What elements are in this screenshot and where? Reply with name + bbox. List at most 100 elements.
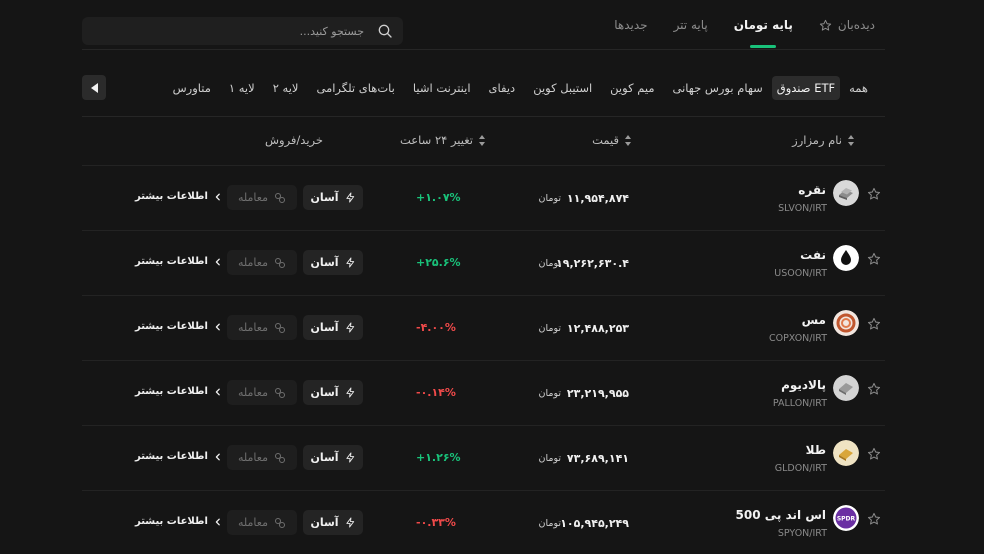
- chip-layer-1[interactable]: لایه ۱: [220, 76, 264, 100]
- chip-telegram-bots[interactable]: بات‌های تلگرامی: [307, 76, 403, 100]
- trade-button[interactable]: معامله: [227, 510, 297, 535]
- chip-metaverse[interactable]: متاورس: [164, 76, 220, 100]
- table-header: نام رمزارز قیمت تغییر ۲۴ ساعت خرید/فروش: [82, 118, 885, 164]
- lightning-icon: [345, 321, 356, 334]
- easy-label: آسان: [310, 516, 339, 529]
- trade-label: معامله: [238, 256, 268, 269]
- change-24h: +۱.۰۷%: [416, 191, 461, 204]
- trade-label: معامله: [238, 321, 268, 334]
- table-row[interactable]: پالادیوم PALLON/IRT ۲۳,۲۱۹,۹۵۵ تومان -۰.…: [82, 360, 885, 425]
- asset-name: مس: [801, 313, 826, 327]
- star-icon[interactable]: [867, 512, 881, 526]
- spdr-logo-text: SPDR: [837, 516, 856, 523]
- tab-watchlist[interactable]: دیده‌بان: [819, 0, 875, 50]
- asset-price: ۱۱,۹۵۴,۸۷۴: [566, 192, 629, 205]
- lightning-icon: [345, 386, 356, 399]
- star-icon[interactable]: [867, 252, 881, 266]
- trade-button[interactable]: معامله: [227, 380, 297, 405]
- table-row[interactable]: مس COPXON/IRT ۱۲,۴۸۸,۲۵۳ تومان -۴.۰۰% آس…: [82, 295, 885, 360]
- asset-price: ۱۹,۲۶۲,۶۳۰.۴: [556, 257, 629, 270]
- market-tabs: دیده‌بان پایه تومان پایه تتر جدیدها: [614, 0, 875, 50]
- tab-label: پایه تومان: [733, 18, 793, 32]
- asset-name: پالادیوم: [781, 378, 826, 392]
- gold-bar-icon: [833, 440, 859, 466]
- sort-icon: [625, 134, 631, 146]
- exchange-icon: [274, 257, 286, 269]
- chip-all[interactable]: همه: [840, 76, 877, 100]
- change-24h: -۴.۰۰%: [416, 321, 456, 334]
- palladium-bar-icon: [833, 375, 859, 401]
- chip-defi[interactable]: دیفای: [480, 76, 525, 100]
- change-24h: +۱.۲۶%: [416, 451, 461, 464]
- star-icon[interactable]: [867, 187, 881, 201]
- chevron-left-icon: [214, 258, 222, 266]
- chevron-left-icon: [214, 323, 222, 331]
- easy-buy-button[interactable]: آسان: [303, 185, 363, 210]
- chevron-left-icon: [214, 518, 222, 526]
- search-icon[interactable]: [377, 23, 393, 39]
- tab-new[interactable]: جدیدها: [614, 0, 647, 50]
- exchange-icon: [274, 387, 286, 399]
- more-info-link[interactable]: اطلاعات بیشتر: [135, 321, 222, 332]
- column-change[interactable]: تغییر ۲۴ ساعت: [400, 133, 485, 147]
- table-row[interactable]: طلا GLDON/IRT ۷۳,۶۸۹,۱۴۱ تومان +۱.۲۶% آس…: [82, 425, 885, 490]
- oil-drop-icon: [833, 245, 859, 271]
- chip-iot[interactable]: اینترنت اشیا: [404, 76, 480, 100]
- top-bar: دیده‌بان پایه تومان پایه تتر جدیدها: [82, 0, 885, 50]
- asset-symbol: SLVON/IRT: [778, 203, 827, 214]
- table-row[interactable]: SPDR اس اند پی 500 SPYON/IRT ۱۰۵,۹۴۵,۲۴۹…: [82, 490, 885, 554]
- asset-name: طلا: [805, 443, 826, 457]
- trade-button[interactable]: معامله: [227, 445, 297, 470]
- lightning-icon: [345, 256, 356, 269]
- chip-meme-coin[interactable]: میم کوین: [601, 76, 663, 100]
- chip-global-stocks[interactable]: سهام بورس جهانی: [663, 76, 771, 100]
- easy-buy-button[interactable]: آسان: [303, 315, 363, 340]
- easy-buy-button[interactable]: آسان: [303, 250, 363, 275]
- chip-stablecoin[interactable]: استیبل کوین: [524, 76, 601, 100]
- more-info-link[interactable]: اطلاعات بیشتر: [135, 386, 222, 397]
- more-info-link[interactable]: اطلاعات بیشتر: [135, 516, 222, 527]
- tab-toman-base[interactable]: پایه تومان: [734, 0, 793, 50]
- trade-button[interactable]: معامله: [227, 185, 297, 210]
- sort-icon: [479, 134, 485, 146]
- change-24h: -۰.۱۴%: [416, 386, 456, 399]
- trade-button[interactable]: معامله: [227, 315, 297, 340]
- easy-buy-button[interactable]: آسان: [303, 380, 363, 405]
- chip-layer-2[interactable]: لایه ۲: [264, 76, 308, 100]
- column-name[interactable]: نام رمزارز: [792, 133, 854, 147]
- more-info-link[interactable]: اطلاعات بیشتر: [135, 256, 222, 267]
- caret-left-icon[interactable]: [82, 75, 106, 100]
- column-price[interactable]: قیمت: [592, 133, 631, 147]
- table-row[interactable]: نقره SLVON/IRT ۱۱,۹۵۴,۸۷۴ تومان +۱.۰۷% آ…: [82, 165, 885, 230]
- more-info-link[interactable]: اطلاعات بیشتر: [135, 451, 222, 462]
- easy-buy-button[interactable]: آسان: [303, 445, 363, 470]
- chip-etf[interactable]: صندوق ETF: [771, 76, 841, 100]
- exchange-icon: [274, 192, 286, 204]
- star-icon[interactable]: [867, 317, 881, 331]
- asset-name: نقره: [798, 183, 826, 197]
- star-icon: [819, 19, 832, 32]
- more-label: اطلاعات بیشتر: [135, 386, 208, 397]
- column-trade-label: خرید/فروش: [265, 133, 323, 147]
- exchange-icon: [274, 322, 286, 334]
- table-row[interactable]: نفت USOON/IRT ۱۹,۲۶۲,۶۳۰.۴ تومان +۲۵.۶% …: [82, 230, 885, 295]
- asset-symbol: PALLON/IRT: [772, 398, 827, 409]
- star-icon[interactable]: [867, 447, 881, 461]
- asset-price: ۲۳,۲۱۹,۹۵۵: [566, 387, 629, 400]
- easy-buy-button[interactable]: آسان: [303, 510, 363, 535]
- asset-price: ۱۲,۴۸۸,۲۵۳: [566, 322, 629, 335]
- change-24h: -۰.۳۳%: [416, 516, 456, 529]
- more-info-link[interactable]: اطلاعات بیشتر: [135, 191, 222, 202]
- price-unit: تومان: [538, 193, 561, 204]
- more-label: اطلاعات بیشتر: [135, 191, 208, 202]
- category-chips: همه صندوق ETF سهام بورس جهانی میم کوین ا…: [164, 75, 877, 101]
- tab-tether-base[interactable]: پایه تتر: [674, 0, 708, 50]
- star-icon[interactable]: [867, 382, 881, 396]
- lightning-icon: [345, 516, 356, 529]
- trade-button[interactable]: معامله: [227, 250, 297, 275]
- column-change-label: تغییر ۲۴ ساعت: [399, 133, 473, 147]
- asset-price: ۷۳,۶۸۹,۱۴۱: [566, 452, 629, 465]
- asset-price: ۱۰۵,۹۴۵,۲۴۹: [560, 517, 629, 530]
- column-name-label: نام رمزارز: [792, 133, 842, 147]
- search-input[interactable]: [82, 17, 372, 45]
